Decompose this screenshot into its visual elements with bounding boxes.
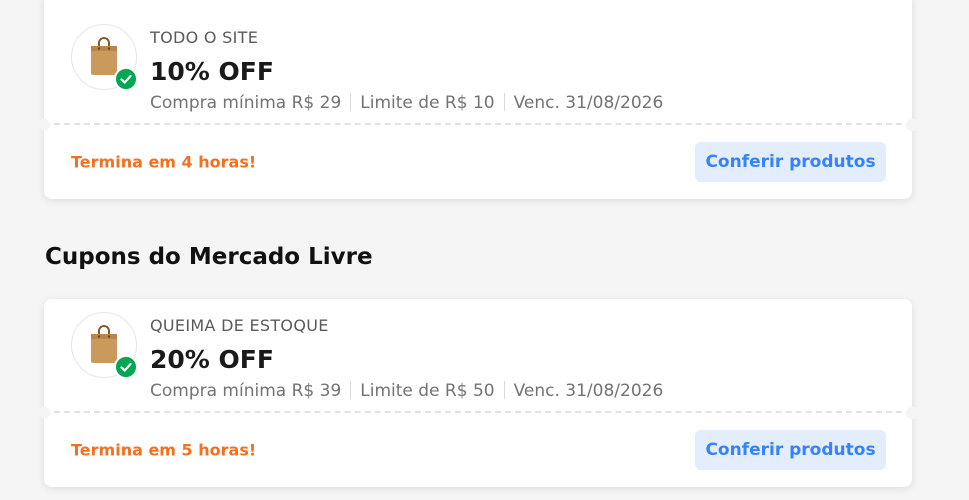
section-title: Cupons do Mercado Livre [45, 244, 373, 270]
check-icon [114, 355, 138, 379]
view-products-button[interactable]: Conferir produtos [695, 142, 886, 182]
countdown-text: Termina em 5 horas! [71, 440, 257, 460]
separator [350, 93, 352, 111]
check-icon [114, 67, 138, 91]
shopping-bag-icon [91, 325, 117, 363]
separator [350, 381, 352, 399]
shopping-bag-icon [91, 37, 117, 75]
discount-limit: Limite de R$ 50 [360, 381, 495, 401]
coupon-text: QUEIMA DE ESTOQUE 20% OFF Compra mínima … [150, 316, 663, 402]
coupon-text: TODO O SITE 10% OFF Compra mínima R$ 29 L… [150, 28, 663, 114]
coupon-info: TODO O SITE 10% OFF Compra mínima R$ 29 L… [44, 0, 912, 125]
expiration-date: Venc. 31/08/2026 [513, 381, 664, 401]
coupon-card: TODO O SITE 10% OFF Compra mínima R$ 29 L… [38, 0, 918, 199]
coupon-discount: 20% OFF [150, 345, 274, 374]
separator [503, 381, 505, 399]
coupon-footer: Termina em 5 horas! Conferir produtos [44, 413, 912, 487]
coupon-icon-wrapper [71, 312, 138, 379]
view-products-button[interactable]: Conferir produtos [695, 430, 886, 470]
coupon-info: QUEIMA DE ESTOQUE 20% OFF Compra mínima … [44, 299, 912, 413]
min-purchase: Compra mínima R$ 29 [150, 93, 342, 113]
expiration-date: Venc. 31/08/2026 [513, 93, 664, 113]
coupon-discount: 10% OFF [150, 57, 274, 86]
coupon-details: Compra mínima R$ 39 Limite de R$ 50 Venc. … [150, 380, 663, 402]
coupon-label: QUEIMA DE ESTOQUE [150, 316, 329, 335]
coupon-label: TODO O SITE [150, 28, 259, 47]
coupon-details: Compra mínima R$ 29 Limite de R$ 10 Venc. … [150, 92, 663, 114]
separator [503, 93, 505, 111]
coupon-icon-wrapper [71, 24, 138, 91]
countdown-text: Termina em 4 horas! [71, 152, 257, 172]
discount-limit: Limite de R$ 10 [360, 93, 495, 113]
coupon-footer: Termina em 4 horas! Conferir produtos [44, 125, 912, 199]
coupon-card: QUEIMA DE ESTOQUE 20% OFF Compra mínima … [38, 299, 918, 487]
min-purchase: Compra mínima R$ 39 [150, 381, 342, 401]
